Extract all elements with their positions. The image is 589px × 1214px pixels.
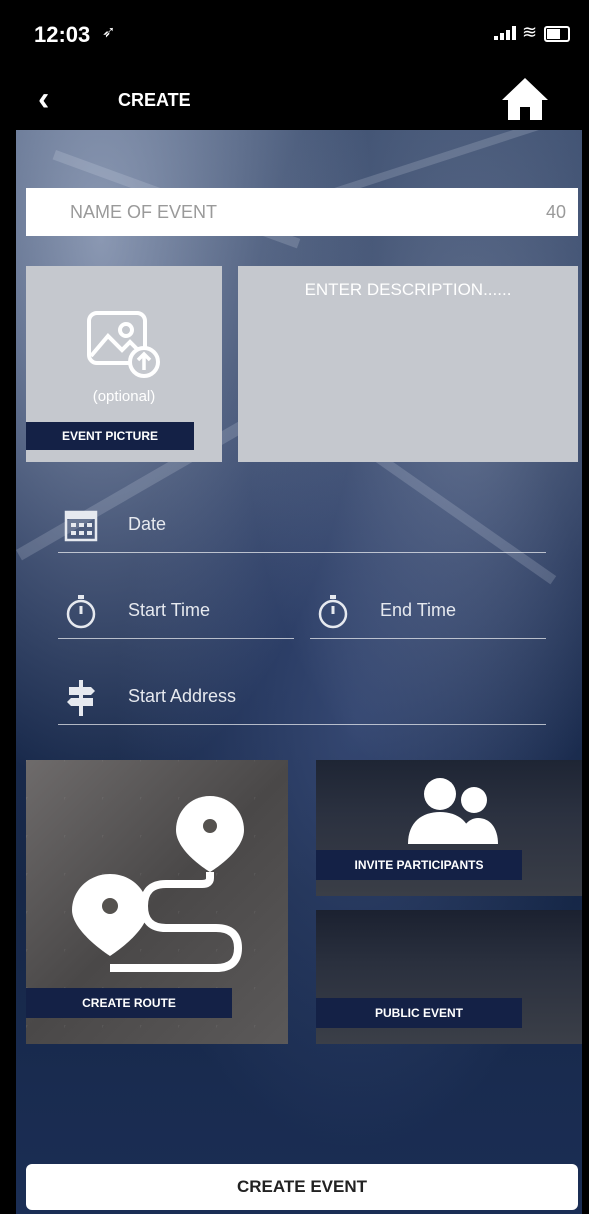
start-address-label: Start Address xyxy=(128,686,237,706)
battery-icon xyxy=(544,26,570,42)
app-screen: 12:03 ➶ ≋ ‹ CREATE NAME OF EVENT 40 (opt… xyxy=(16,0,582,1214)
create-route-label: CREATE ROUTE xyxy=(26,988,232,1018)
optional-text: (optional) xyxy=(92,388,156,405)
date-field[interactable]: Date xyxy=(58,508,546,553)
stopwatch-icon xyxy=(66,595,96,629)
page-title: CREATE xyxy=(118,90,191,110)
start-time-label: Start Time xyxy=(128,600,211,620)
char-count: 40 xyxy=(545,202,566,222)
signal-icon xyxy=(494,26,516,40)
status-bar: 12:03 ➶ ≋ xyxy=(16,0,582,70)
create-route-tile[interactable]: CREATE ROUTE xyxy=(26,760,288,1044)
description-textarea[interactable]: ENTER DESCRIPTION...... xyxy=(238,266,578,462)
stopwatch-icon xyxy=(318,595,348,629)
calendar-icon xyxy=(64,510,98,542)
status-time: 12:03 xyxy=(34,22,91,47)
event-picture-label: EVENT PICTURE xyxy=(26,422,194,450)
end-time-label: End Time xyxy=(380,600,457,620)
date-label: Date xyxy=(128,514,167,534)
top-nav-bar: ‹ CREATE xyxy=(16,70,582,130)
event-name-input[interactable]: NAME OF EVENT 40 xyxy=(26,188,578,236)
signpost-icon xyxy=(67,680,95,716)
event-name-placeholder: NAME OF EVENT xyxy=(70,202,218,222)
public-event-tile[interactable]: PUBLIC EVENT xyxy=(316,910,582,1044)
public-event-label: PUBLIC EVENT xyxy=(316,998,522,1028)
back-chevron-icon[interactable]: ‹ xyxy=(38,80,49,119)
invite-participants-label: INVITE PARTICIPANTS xyxy=(316,850,522,880)
invite-participants-tile[interactable]: INVITE PARTICIPANTS xyxy=(316,760,582,896)
participants-icon xyxy=(408,778,498,844)
end-time-field[interactable]: End Time xyxy=(310,594,546,639)
start-address-field[interactable]: Start Address xyxy=(58,680,546,725)
location-arrow-icon: ➶ xyxy=(102,24,116,41)
description-placeholder: ENTER DESCRIPTION...... xyxy=(304,280,512,299)
start-time-field[interactable]: Start Time xyxy=(58,594,294,639)
create-event-button[interactable]: CREATE EVENT xyxy=(26,1164,578,1210)
home-icon[interactable] xyxy=(500,76,550,122)
wifi-icon: ≋ xyxy=(522,22,538,42)
image-upload-icon xyxy=(87,311,160,378)
